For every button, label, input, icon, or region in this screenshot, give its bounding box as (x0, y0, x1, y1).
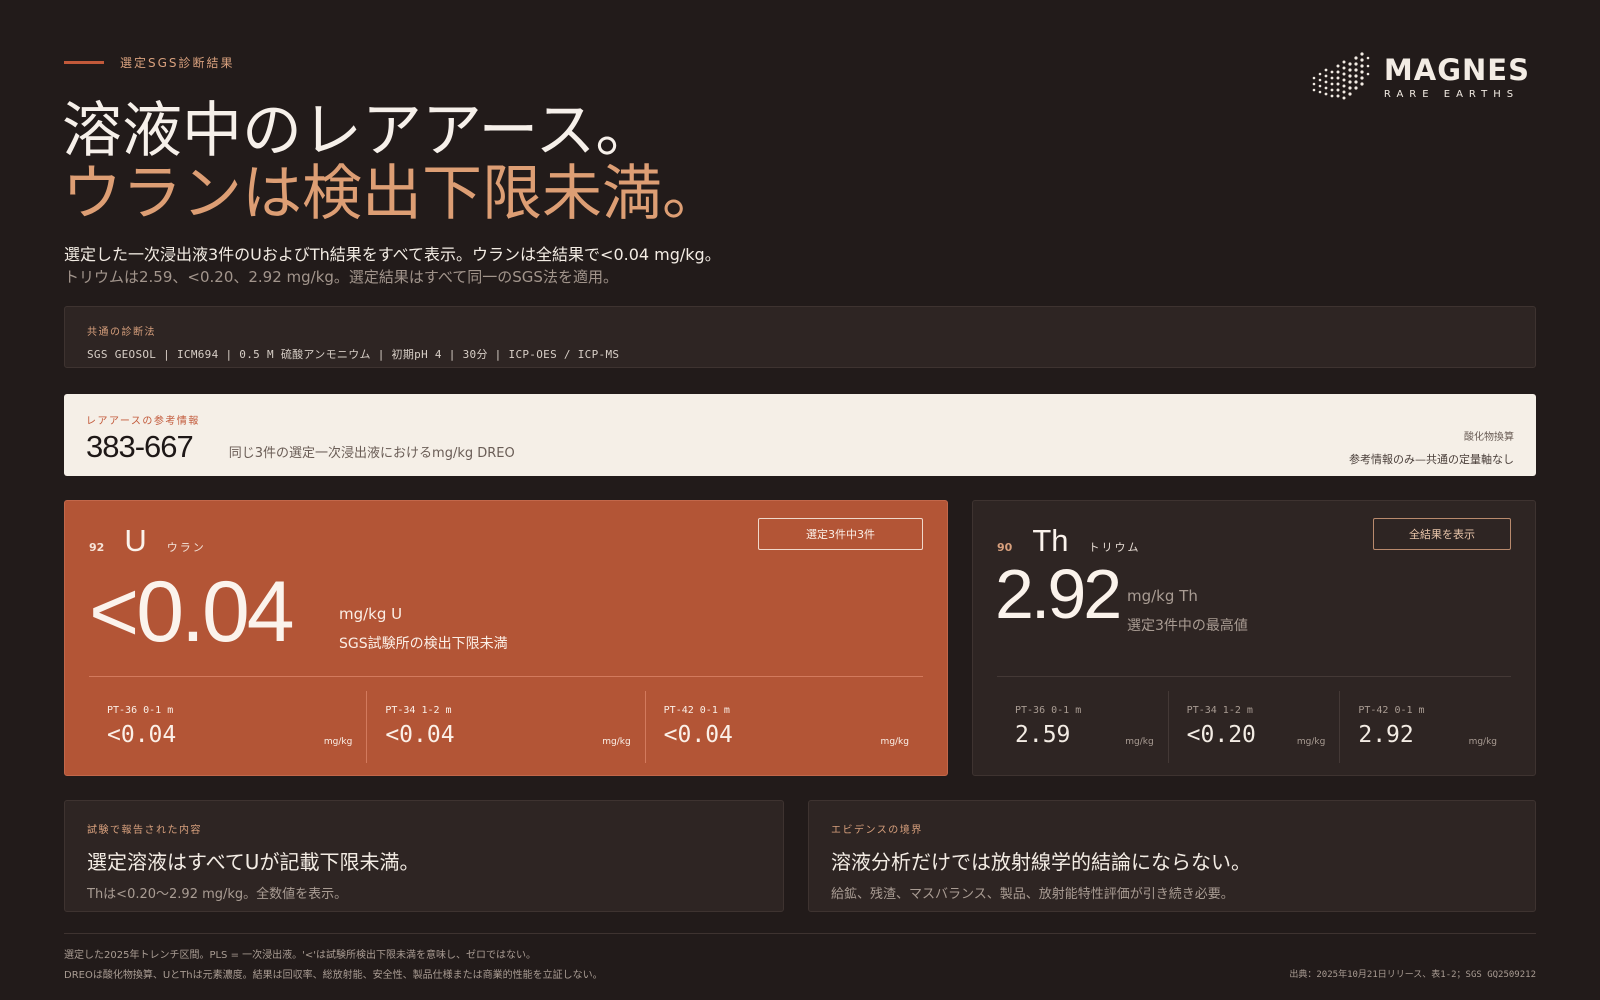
sample-label: PT-36 0-1 m (107, 705, 174, 716)
footer-divider (64, 933, 1536, 934)
uranium-unit: mg/kg U (339, 605, 403, 623)
ree-reference-card: レアアースの参考情報 383-667 同じ3件の選定一次浸出液におけるmg/kg… (64, 394, 1536, 476)
footer-source: 出典：2025年10月21日リリース、表1-2；SGS GQ2509212 (1289, 970, 1536, 980)
thorium-unit-block: mg/kg Th 選定3件中の最高値 (1127, 587, 1248, 635)
thorium-note: 選定3件中の最高値 (1127, 618, 1248, 634)
ree-right-note: 参考情報のみ—共通の定量軸なし (1349, 453, 1514, 466)
footer-note-2: DREOは酸化物換算、UとThは元素濃度。結果は回収率、総放射能、安全性、製品仕… (64, 970, 603, 981)
panel-title: 選定溶液はすべてUが記載下限未満。 (87, 850, 420, 874)
logo-name: MAGNES (1383, 53, 1530, 87)
ree-right: 酸化物換算 参考情報のみ—共通の定量軸なし (1349, 428, 1514, 467)
page-title: 溶液中のレアアース。 ウランは検出下限未満。 (62, 100, 722, 226)
logo-wordmark: MAGNES RARE EARTHS (1383, 53, 1530, 101)
ree-description: 同じ3件の選定一次浸出液におけるmg/kg DREO (228, 446, 515, 461)
thorium-symbol: Th (1032, 523, 1069, 558)
uranium-unit-block: mg/kg U SGS試験所の検出下限未満 (339, 605, 508, 653)
sample-label: PT-42 0-1 m (663, 705, 730, 716)
sample-value: <0.04 (663, 722, 733, 748)
logo-mark-icon (1312, 52, 1370, 100)
uranium-samples: PT-36 0-1 m <0.04 mg/kg PT-34 1-2 m <0.0… (89, 691, 923, 763)
sample-unit: mg/kg (880, 737, 909, 747)
eyebrow: 選定SGS診断結果 (64, 54, 235, 71)
lead-line-1: 選定した一次浸出液3件のUおよびTh結果をすべて表示。ウランは全結果で<0.04… (64, 245, 721, 264)
sample-label: PT-36 0-1 m (1015, 705, 1082, 716)
panel-label: エビデンスの境界 (831, 825, 923, 836)
evidence-boundary-panel: エビデンスの境界 溶液分析だけでは放射線学的結論にならない。 給鉱、残渣、マスバ… (808, 800, 1536, 912)
sample-unit: mg/kg (323, 737, 353, 747)
method-value: SGS GEOSOL | ICM694 | 0.5 M 硫酸アンモニウム | 初… (87, 348, 620, 361)
panel-sub: 給鉱、残渣、マスバランス、製品、放射能特性評価が引き続き必要。 (831, 887, 1234, 902)
thorium-unit: mg/kg Th (1127, 587, 1198, 605)
ree-value: 383-667 (86, 429, 194, 464)
thorium-card: 90 Th トリウム 全結果を表示 2.92 mg/kg Th 選定3件中の最高… (972, 500, 1536, 776)
eyebrow-label: 選定SGS診断結果 (120, 56, 235, 70)
sample-label: PT-34 1-2 m (1186, 705, 1253, 716)
uranium-sample: PT-42 0-1 m <0.04 mg/kg (644, 691, 923, 763)
panel-sub: Thは<0.20～2.92 mg/kg。全数値を表示。 (87, 887, 348, 902)
sample-unit: mg/kg (602, 737, 631, 747)
sample-unit: mg/kg (1125, 737, 1154, 747)
eyebrow-rule (64, 61, 104, 64)
thorium-sample: PT-42 0-1 m 2.92 mg/kg (1339, 691, 1511, 763)
thorium-value: 2.92 (995, 555, 1122, 633)
headline-line-1: 溶液中のレアアース。 (62, 96, 656, 166)
logo-sub: RARE EARTHS (1383, 89, 1520, 100)
uranium-symbol: U (124, 523, 147, 558)
headline-line-2: ウランは検出下限未満。 (62, 159, 722, 229)
thorium-divider (997, 676, 1511, 677)
sample-label: PT-34 1-2 m (385, 705, 452, 716)
uranium-note: SGS試験所の検出下限未満 (339, 636, 508, 652)
thorium-atomic-number: 90 (997, 541, 1013, 554)
footer-note-1: 選定した2025年トレンチ区間。PLS = 一次浸出液。'<'は試験所検出下限未… (64, 950, 537, 961)
method-label: 共通の診断法 (87, 327, 156, 338)
sample-unit: mg/kg (1468, 737, 1498, 747)
uranium-badge[interactable]: 選定3件中3件 (758, 518, 923, 550)
uranium-sample: PT-36 0-1 m <0.04 mg/kg (89, 691, 366, 763)
show-all-results-button[interactable]: 全結果を表示 (1373, 518, 1511, 550)
thorium-name: トリウム (1088, 541, 1141, 554)
thorium-sample: PT-36 0-1 m 2.59 mg/kg (997, 691, 1168, 763)
reported-findings-panel: 試験で報告された内容 選定溶液はすべてUが記載下限未満。 Thは<0.20～2.… (64, 800, 784, 912)
uranium-name: ウラン (166, 541, 206, 554)
thorium-sample: PT-34 1-2 m <0.20 mg/kg (1167, 691, 1340, 763)
method-bar: 共通の診断法 SGS GEOSOL | ICM694 | 0.5 M 硫酸アンモ… (64, 306, 1536, 368)
thorium-samples: PT-36 0-1 m 2.59 mg/kg PT-34 1-2 m <0.20… (997, 691, 1511, 763)
sample-unit: mg/kg (1296, 737, 1326, 747)
uranium-sample: PT-34 1-2 m <0.04 mg/kg (366, 691, 644, 763)
ree-label: レアアースの参考情報 (86, 416, 200, 427)
sample-value: <0.04 (385, 722, 455, 748)
uranium-divider (89, 676, 923, 677)
uranium-card: 92 U ウラン 選定3件中3件 <0.04 mg/kg U SGS試験所の検出… (64, 500, 948, 776)
sample-label: PT-42 0-1 m (1358, 705, 1425, 716)
panel-title: 溶液分析だけでは放射線学的結論にならない。 (831, 850, 1251, 874)
sample-value: <0.04 (107, 722, 177, 748)
lead-line-2: トリウムは2.59、<0.20、2.92 mg/kg。選定結果はすべて同一のSG… (64, 268, 618, 286)
uranium-value: <0.04 (89, 564, 295, 660)
logo: MAGNES RARE EARTHS (1310, 52, 1530, 104)
panel-label: 試験で報告された内容 (87, 825, 202, 836)
uranium-atomic-number: 92 (89, 541, 105, 554)
ree-right-label: 酸化物換算 (1464, 432, 1514, 443)
